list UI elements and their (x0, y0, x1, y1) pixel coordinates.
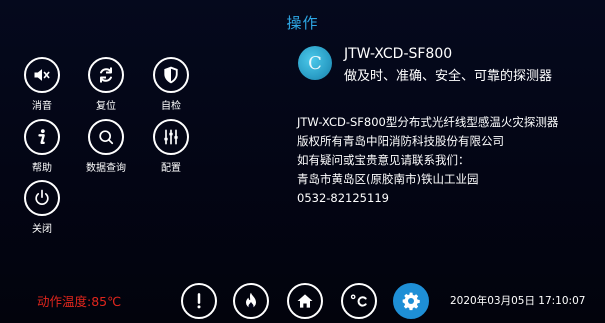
fire-icon (241, 291, 261, 311)
alarm-icon (189, 291, 209, 311)
info-product-line: JTW-XCD-SF800型分布式光纤线型感温火灾探测器 (297, 115, 559, 129)
nav-home-button[interactable] (287, 283, 323, 319)
power-off-label: 关闭 (32, 224, 52, 235)
info-address-line: 青岛市黄岛区(原胶南市)铁山工业园 (297, 172, 479, 186)
mute-label: 消音 (32, 101, 52, 112)
nav-alarm-button[interactable] (181, 283, 217, 319)
info-phone-line: 0532-82125119 (297, 191, 389, 205)
temperature-icon (349, 291, 369, 311)
shield-icon (153, 57, 189, 93)
config-button[interactable]: 配置 (141, 119, 201, 177)
config-label: 配置 (161, 163, 181, 174)
self-check-button[interactable]: 自检 (141, 57, 201, 115)
page-title: 操作 (286, 14, 319, 32)
info-contact-line: 如有疑问或宝贵意见请联系我们： (297, 153, 470, 167)
product-name: JTW-XCD-SF800 (344, 46, 453, 62)
data-query-label: 数据查询 (86, 163, 126, 174)
power-icon (24, 180, 60, 216)
company-logo: C (298, 46, 332, 80)
nav-fire-button[interactable] (233, 283, 269, 319)
company-info: JTW-XCD-SF800型分布式光纤线型感温火灾探测器 版权所有青岛中阳消防科… (297, 113, 597, 208)
datetime: 2020年03月05日 17:10:07 (450, 295, 586, 307)
sliders-icon (153, 119, 189, 155)
home-icon (295, 291, 315, 311)
product-slogan: 做及时、准确、安全、可靠的探测器 (344, 69, 553, 84)
data-query-button[interactable]: 数据查询 (76, 119, 136, 177)
nav-temperature-button[interactable] (341, 283, 377, 319)
self-check-label: 自检 (161, 101, 181, 112)
info-icon (24, 119, 60, 155)
reset-button[interactable]: 复位 (76, 57, 136, 115)
power-off-button[interactable]: 关闭 (12, 180, 72, 238)
help-label: 帮助 (32, 163, 52, 174)
mute-button[interactable]: 消音 (12, 57, 72, 115)
action-temperature-status: 动作温度:85℃ (37, 294, 122, 309)
reset-icon (88, 57, 124, 93)
reset-label: 复位 (96, 101, 116, 112)
nav-settings-button[interactable] (393, 283, 429, 319)
info-copyright-line: 版权所有青岛中阳消防科技股份有限公司 (297, 134, 504, 148)
mute-icon (24, 57, 60, 93)
help-button[interactable]: 帮助 (12, 119, 72, 177)
screen: 操作 消音 复位 自检 帮助 数据查询 配置 关闭 C JTW-XCD-SF80… (0, 0, 605, 323)
logo-letter: C (308, 52, 322, 74)
gear-icon (401, 291, 421, 311)
search-icon (88, 119, 124, 155)
